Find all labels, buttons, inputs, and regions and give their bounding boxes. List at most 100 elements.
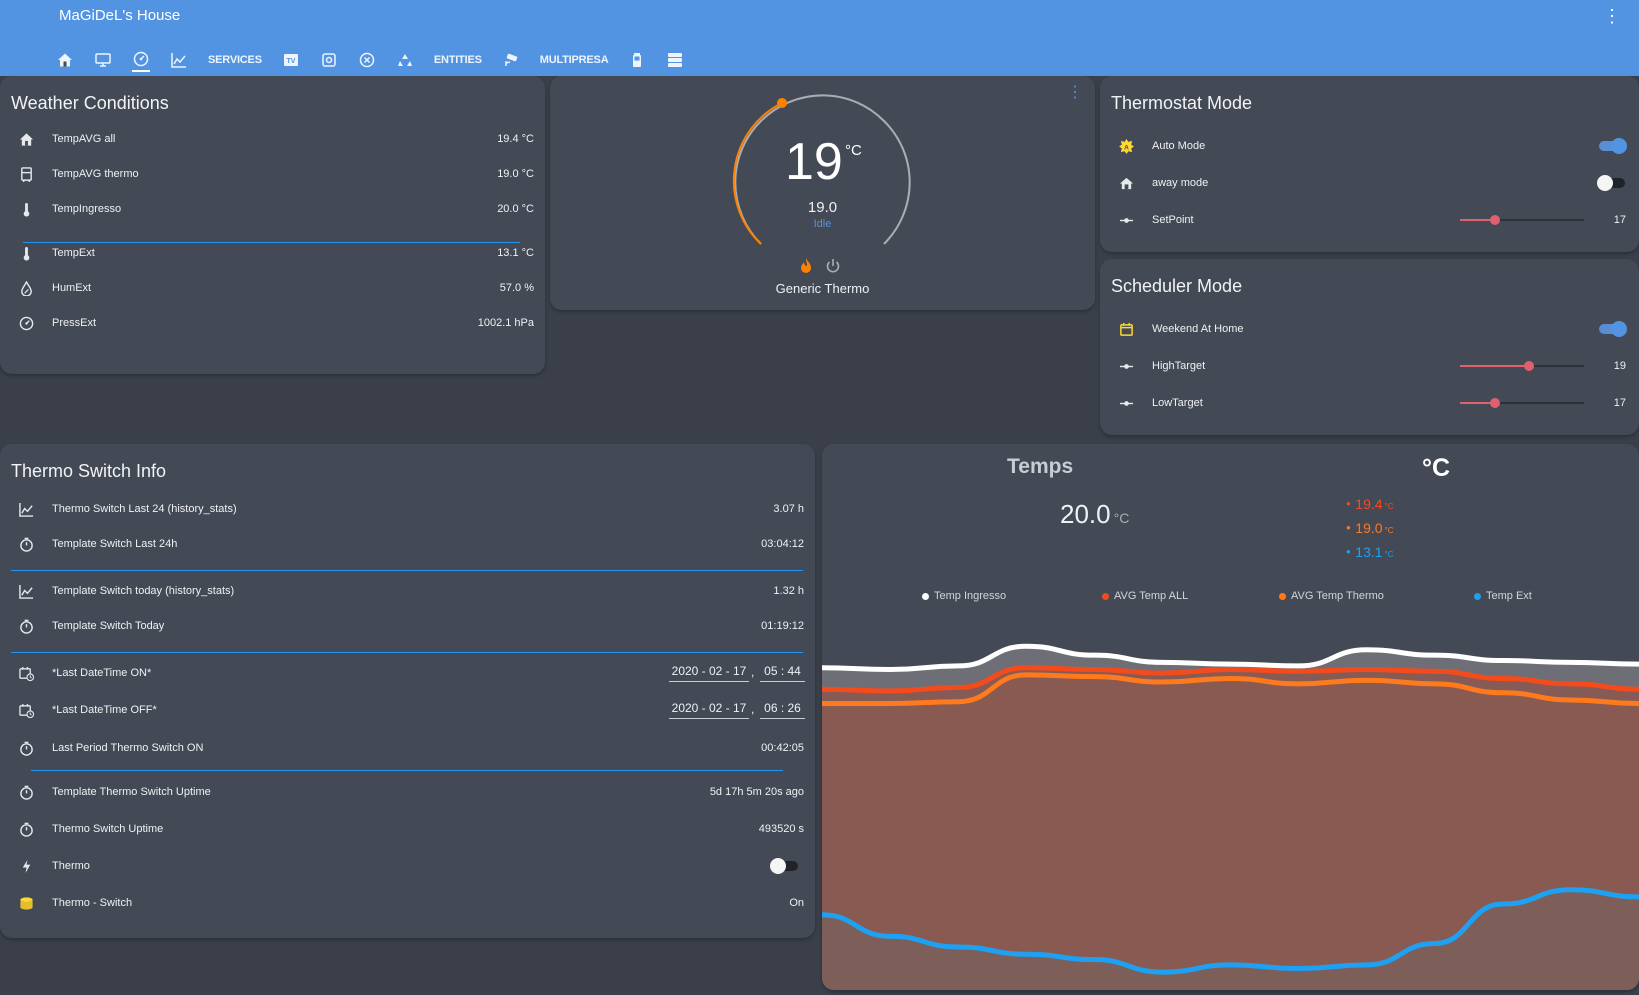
list-item[interactable]: Template Switch Last 24h 03:04:12 [0,529,815,559]
thermostat-setpoint-handle[interactable] [777,98,787,108]
list-item[interactable]: HumExt 57.0 % [0,273,545,303]
card-title: Thermo Switch Info [11,461,167,481]
tab-battery[interactable] [628,47,646,72]
item-value: 5d 17h 5m 20s ago [709,786,804,798]
tab-chart-line[interactable] [170,47,188,72]
ray-vertex-icon [1118,212,1134,228]
datetime-separator: , [751,702,755,716]
item-label: Template Thermo Switch Uptime [52,786,211,798]
current-temperature: 19 [785,133,843,191]
water-percent-icon [18,280,34,296]
flame-icon [801,258,811,273]
thermometer-icon [18,201,34,217]
thermo-toggle[interactable] [770,858,798,874]
heat-mode-button[interactable] [798,257,814,275]
thermo-label: Thermo [52,860,90,872]
list-item[interactable]: Template Thermo Switch Uptime 5d 17h 5m 2… [0,777,815,807]
last-period-row: Last Period Thermo Switch ON 00:42:05 [0,733,815,763]
gauge-icon [18,315,34,331]
tab-monitor[interactable] [94,47,112,72]
divider [23,242,520,243]
list-item[interactable]: Thermo Switch Last 24 (history_stats) 3.0… [0,494,815,524]
item-value: 19.0 °C [497,168,534,180]
list-item[interactable]: TempAVG thermo 19.0 °C [0,159,545,189]
last-datetime-on-date[interactable]: 2020 - 02 - 17 [669,664,749,682]
high-target-label: HighTarget [1152,360,1206,372]
off-mode-button[interactable] [825,257,841,275]
divider [11,652,803,653]
scheduler-mode-card: Scheduler Mode Weekend At Home HighTarge… [1100,259,1639,435]
setpoint-label: SetPoint [1152,214,1194,226]
chart-line-icon [18,583,34,599]
item-label: PressExt [52,317,97,329]
svg-text:A: A [1124,144,1129,151]
cctv-icon [503,52,519,68]
list-item[interactable]: TempIngresso 20.0 °C [0,194,545,224]
svg-text:TV: TV [286,58,295,65]
tab-multipresa[interactable]: MULTIPRESA [540,47,609,72]
tab-cctv[interactable] [502,47,520,72]
list-item[interactable]: Template Switch today (history_stats) 1.3… [0,576,815,606]
item-value: 1002.1 hPa [477,317,534,329]
view-tabs: SERVICES TV ENTITIES MULTIPRESA [56,47,704,72]
ray-vertex-icon [1118,358,1134,374]
away-mode-label: away mode [1152,177,1209,189]
hvac-action: Idle [813,218,832,230]
weekend-toggle[interactable] [1599,321,1627,337]
list-item[interactable]: TempAVG all 19.4 °C [0,124,545,154]
item-value: 1.32 h [773,585,804,597]
tab-close-circle[interactable] [358,47,376,72]
auto-mode-toggle[interactable] [1599,138,1627,154]
high-target-slider[interactable] [1460,361,1584,371]
scan-icon [321,52,337,68]
weekend-row: Weekend At Home [1100,314,1639,344]
item-label: Template Switch Last 24h [52,538,178,550]
low-target-slider[interactable] [1460,398,1584,408]
list-item[interactable]: Template Switch Today 01:19:12 [0,611,815,641]
last-datetime-off-date[interactable]: 2020 - 02 - 17 [669,701,749,719]
last-datetime-off-row: *Last DateTime OFF* 2020 - 02 - 17 , 06 … [0,695,815,725]
gauge-icon [133,51,149,67]
tab-entities[interactable]: ENTITIES [434,47,482,72]
overflow-menu-icon[interactable]: ⋮ [1603,6,1621,27]
thermostat-mode-card: Thermostat Mode A Auto Mode away mode Se… [1100,76,1639,252]
item-value: 493520 s [758,823,804,835]
list-item[interactable]: Thermo Switch Uptime 493520 s [0,814,815,844]
away-mode-toggle[interactable] [1597,175,1625,191]
last-period-label: Last Period Thermo Switch ON [52,742,204,754]
app-header: MaGiDeL's House ⋮ SERVICES TV ENTITIES MULT… [0,0,1639,76]
database-icon [18,895,34,911]
tab-home[interactable] [56,47,74,72]
tab-gauge[interactable] [132,47,150,72]
item-label: TempAVG thermo [52,168,139,180]
tab-tv[interactable]: TV [282,47,300,72]
tab-server[interactable] [666,47,684,72]
last-datetime-off-time[interactable]: 06 : 26 [760,701,805,719]
setpoint-slider[interactable] [1460,215,1584,225]
list-item[interactable]: PressExt 1002.1 hPa [0,308,545,338]
thermo-switch-label: Thermo - Switch [52,897,133,909]
tab-scan[interactable] [320,47,338,72]
weekend-label: Weekend At Home [1152,323,1244,335]
last-datetime-on-time[interactable]: 05 : 44 [760,664,805,682]
home-icon [18,131,34,147]
tab-recycle[interactable] [396,47,414,72]
thermostat-dial[interactable] [550,76,1095,310]
calendar-icon [1118,321,1134,337]
thermo-switch-row: Thermo - Switch On [0,888,815,918]
item-value: 19.4 °C [497,133,534,145]
item-label: TempIngresso [52,203,122,215]
timer-icon [18,821,34,837]
app-title: MaGiDeL's House [59,7,181,24]
last-datetime-off-label: *Last DateTime OFF* [52,704,157,716]
tab-services[interactable]: SERVICES [208,47,262,72]
auto-mode-row: A Auto Mode [1100,131,1639,161]
timer-icon [18,740,34,756]
weather-conditions-card: Weather Conditions TempAVG all 19.4 °C Tem… [0,76,545,374]
close-circle-icon [359,52,375,68]
home-icon [57,52,73,68]
timer-icon [18,536,34,552]
away-mode-row: away mode [1100,168,1639,198]
item-label: Template Switch Today [52,620,165,632]
item-value: 01:19:12 [761,620,804,632]
